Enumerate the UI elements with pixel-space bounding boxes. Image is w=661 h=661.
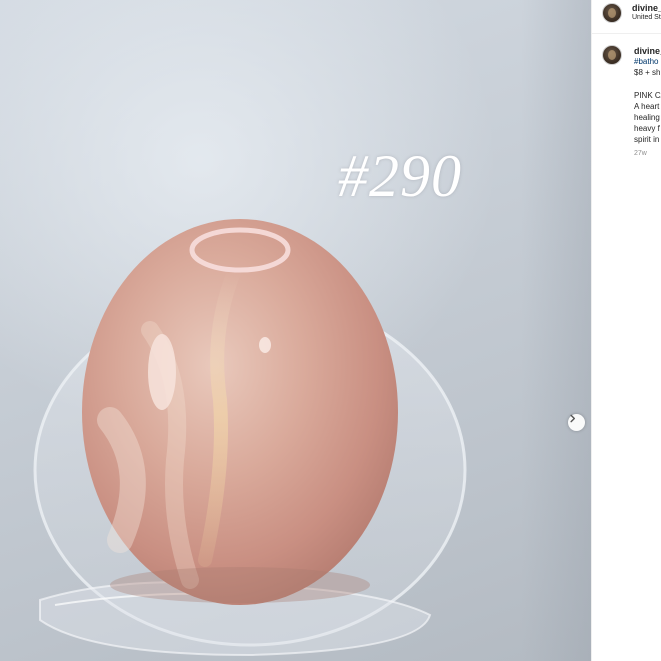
stone-bottom-shadow	[110, 567, 370, 603]
header-username[interactable]: divine_c	[632, 3, 661, 13]
instagram-post-view: #290 divine_c United St divine_ #batho $…	[0, 0, 661, 661]
caption-line-4: spirit in	[634, 135, 660, 144]
stone-small-highlight	[259, 337, 271, 353]
header-avatar[interactable]	[602, 3, 622, 23]
rose-quartz-photo	[33, 219, 467, 657]
post-image: #290	[0, 0, 591, 661]
chevron-right-icon	[570, 414, 576, 423]
post-number-overlay: #290	[338, 143, 462, 209]
caption-title: PINK CA	[634, 91, 661, 100]
next-image-button[interactable]	[568, 414, 585, 431]
caption-line-2: healing	[634, 113, 660, 122]
caption-price: $8 + sh	[634, 68, 661, 77]
post-timestamp[interactable]: 27w	[634, 150, 647, 157]
post-side-panel: divine_c United St divine_ #batho $8 + s…	[591, 0, 661, 661]
caption-avatar[interactable]	[602, 45, 622, 65]
stone-side-highlight	[148, 334, 176, 410]
post-header: divine_c United St	[592, 0, 661, 34]
caption-username[interactable]: divine_	[634, 46, 661, 56]
caption-hashtag[interactable]: #batho	[634, 56, 658, 67]
header-location[interactable]: United St	[632, 14, 661, 21]
caption-line-3: heavy f	[634, 124, 660, 133]
caption-line-1: A heart	[634, 102, 660, 111]
